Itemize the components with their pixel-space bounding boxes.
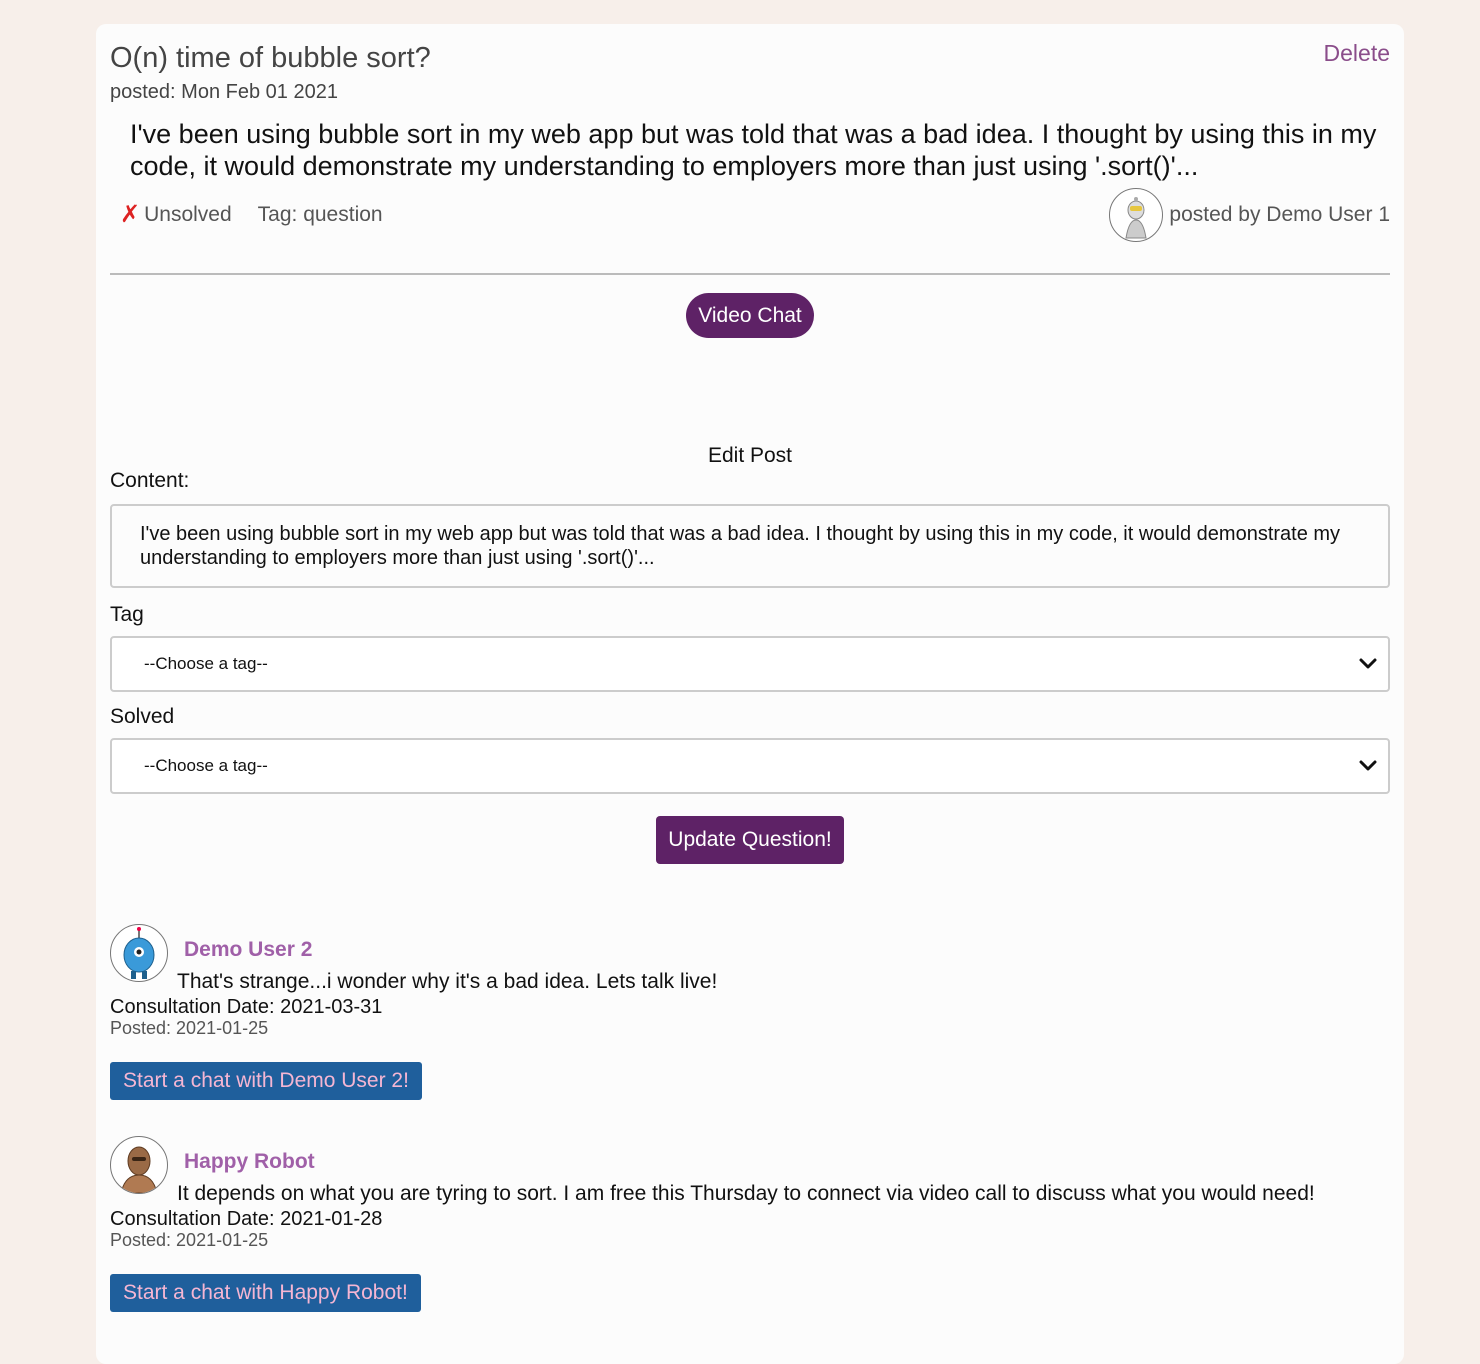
start-chat-button[interactable]: Start a chat with Demo User 2!	[110, 1062, 422, 1100]
author-avatar-icon	[1109, 188, 1164, 242]
comment-posted-date: Posted: 2021-01-25	[110, 1230, 269, 1250]
solved-select-value: --Choose a tag--	[144, 756, 268, 775]
question-title: O(n) time of bubble sort?	[110, 42, 431, 74]
divider	[110, 273, 1390, 275]
posted-by-label: posted by Demo User 1	[1169, 203, 1390, 226]
solved-field-label: Solved	[110, 705, 175, 728]
question-card: O(n) time of bubble sort? Delete posted:…	[96, 24, 1404, 1364]
update-question-button[interactable]: Update Question!	[656, 816, 844, 864]
comment-text: That's strange...i wonder why it's a bad…	[177, 970, 718, 993]
unsolved-x-icon: ✗	[120, 201, 141, 228]
status-row: ✗ Unsolved Tag: question	[120, 200, 383, 229]
chevron-down-icon	[1359, 760, 1377, 771]
consultation-date: Consultation Date: 2021-03-31	[110, 996, 383, 1018]
comment-posted-date: Posted: 2021-01-25	[110, 1018, 269, 1038]
solved-select[interactable]: --Choose a tag--	[110, 738, 1390, 794]
tag-field-label: Tag	[110, 603, 144, 626]
chevron-down-icon	[1359, 658, 1377, 669]
comment-text: It depends on what you are tyring to sor…	[177, 1182, 1315, 1205]
comment-author-link[interactable]: Happy Robot	[184, 1150, 315, 1174]
edit-post-heading: Edit Post	[707, 444, 793, 467]
brown-robot-avatar-icon	[110, 1136, 168, 1194]
blue-robot-avatar-icon	[110, 924, 168, 982]
tag-select[interactable]: --Choose a tag--	[110, 636, 1390, 692]
question-body: I've been using bubble sort in my web ap…	[130, 119, 1377, 181]
posted-by: posted by Demo User 1	[1109, 188, 1390, 242]
tag-select-value: --Choose a tag--	[144, 654, 268, 673]
content-label: Content:	[110, 469, 190, 492]
start-chat-button[interactable]: Start a chat with Happy Robot!	[110, 1274, 421, 1312]
tag-label: Tag: question	[257, 202, 383, 226]
video-chat-button[interactable]: Video Chat	[686, 293, 814, 338]
posted-date: posted: Mon Feb 01 2021	[110, 81, 338, 103]
comment-author-link[interactable]: Demo User 2	[184, 938, 312, 962]
consultation-date: Consultation Date: 2021-01-28	[110, 1208, 383, 1230]
delete-link[interactable]: Delete	[1324, 40, 1390, 67]
content-textarea[interactable]: I've been using bubble sort in my web ap…	[110, 504, 1390, 588]
status-label: Unsolved	[144, 202, 232, 226]
